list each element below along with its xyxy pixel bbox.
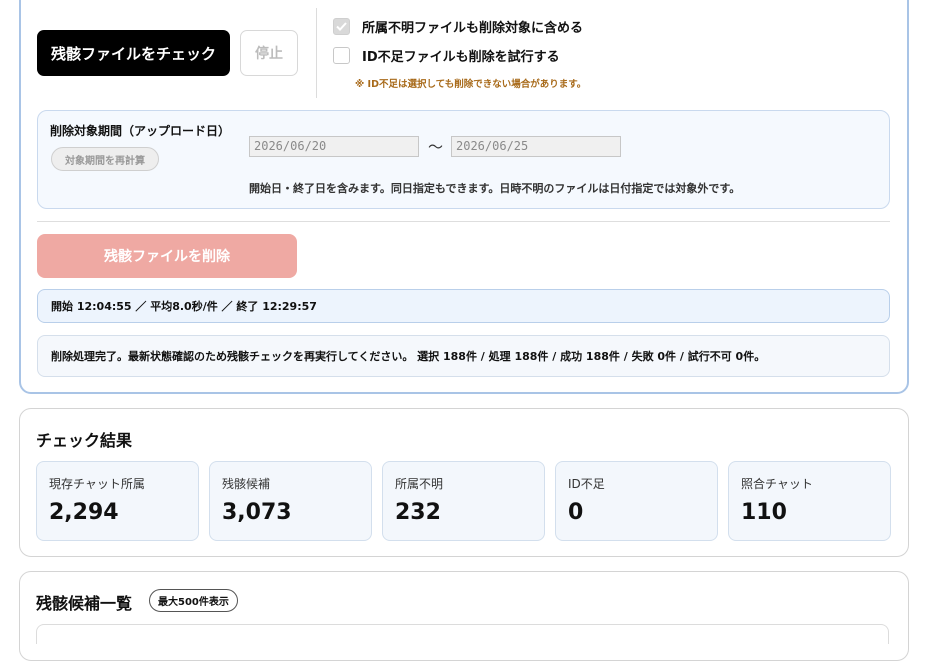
period-label: 削除対象期間（アップロード日） <box>50 124 231 138</box>
stat-card-existing-chat: 現存チャット所属 2,294 <box>36 461 199 541</box>
vertical-divider <box>316 8 317 98</box>
candidate-list-panel <box>19 571 909 661</box>
stat-label: 所属不明 <box>395 477 444 491</box>
stat-value: 2,294 <box>49 500 119 525</box>
stat-label: 現存チャット所属 <box>49 477 145 491</box>
stat-card-missing-id: ID不足 0 <box>555 461 718 541</box>
result-status: 削除処理完了。最新状態確認のため残骸チェックを再実行してください。 選択 188… <box>37 335 890 377</box>
check-icon <box>336 22 347 31</box>
max-display-badge: 最大500件表示 <box>149 589 238 612</box>
stat-card-unknown-owner: 所属不明 232 <box>382 461 545 541</box>
candidate-list-title: 残骸候補一覧 <box>36 594 133 613</box>
include-unknown-option[interactable]: 所属不明ファイルも削除対象に含める <box>333 17 583 36</box>
stat-label: 残骸候補 <box>222 477 271 491</box>
stat-value: 0 <box>568 500 584 525</box>
result-text: 削除処理完了。最新状態確認のため残骸チェックを再実行してください。 選択 188… <box>51 350 766 363</box>
date-range-separator: 〜 <box>428 138 444 156</box>
try-missing-id-option[interactable]: ID不足ファイルも削除を試行する <box>333 46 560 65</box>
stop-button[interactable]: 停止 <box>240 30 298 76</box>
try-missing-id-label: ID不足ファイルも削除を試行する <box>362 50 560 65</box>
timing-text: 開始 12:04:55 ／ 平均8.0秒/件 ／ 終了 12:29:57 <box>51 300 317 313</box>
missing-id-note: ※ ID不足は選択しても削除できない場合があります。 <box>355 79 587 90</box>
stat-card-orphan-candidates: 残骸候補 3,073 <box>209 461 372 541</box>
end-date-input[interactable]: 2026/06/25 <box>451 136 621 157</box>
start-date-input[interactable]: 2026/06/20 <box>249 136 419 157</box>
check-orphan-files-button[interactable]: 残骸ファイルをチェック <box>37 30 230 76</box>
stat-value: 232 <box>395 500 441 525</box>
period-help-text: 開始日・終了日を含みます。同日指定もできます。日時不明のファイルは日付指定では対… <box>249 182 741 195</box>
delete-orphan-files-button[interactable]: 残骸ファイルを削除 <box>37 234 297 278</box>
include-unknown-label: 所属不明ファイルも削除対象に含める <box>362 21 584 36</box>
stat-value: 110 <box>741 500 787 525</box>
stat-value: 3,073 <box>222 500 292 525</box>
candidate-table <box>36 624 889 644</box>
recalc-period-button[interactable]: 対象期間を再計算 <box>51 147 159 171</box>
check-results-title: チェック結果 <box>36 431 133 450</box>
stat-label: ID不足 <box>568 477 605 491</box>
timing-status: 開始 12:04:55 ／ 平均8.0秒/件 ／ 終了 12:29:57 <box>37 289 890 323</box>
section-divider <box>37 221 890 222</box>
try-missing-id-checkbox[interactable] <box>333 47 350 64</box>
stat-label: 照合チャット <box>741 477 813 491</box>
include-unknown-checkbox[interactable] <box>333 18 350 35</box>
stat-card-matched-chats: 照合チャット 110 <box>728 461 891 541</box>
